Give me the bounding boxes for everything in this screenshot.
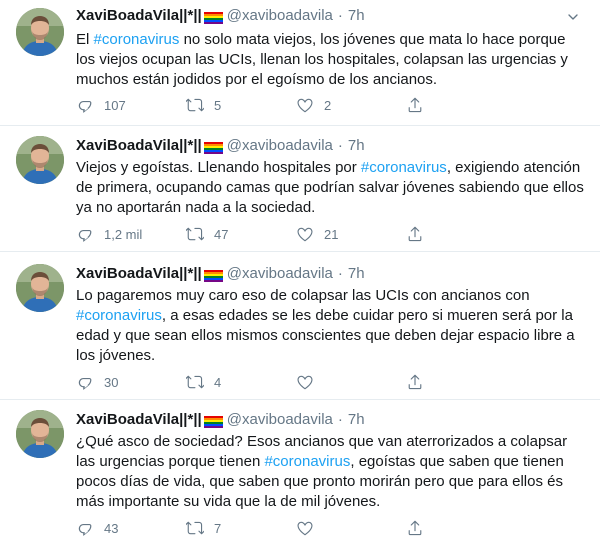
tweet-text: Viejos y egoístas. Llenando hospitales p… (76, 158, 588, 218)
author-handle[interactable]: @xaviboadavila (227, 264, 333, 284)
retweet-icon (186, 519, 214, 537)
like-icon (296, 225, 324, 243)
tweet-actions: 107 5 2 (76, 95, 516, 115)
like-button[interactable] (296, 373, 406, 391)
tweet-text: El #coronavirus no solo mata viejos, los… (76, 30, 588, 90)
tweet-actions: 1,2 mil 47 21 (76, 224, 516, 244)
share-icon (406, 373, 434, 391)
separator-dot: · (337, 7, 343, 24)
tweet-text: Lo pagaremos muy caro eso de colapsar la… (76, 286, 588, 366)
author-name[interactable]: XaviBoadaVila||*|| (76, 6, 202, 26)
author-handle[interactable]: @xaviboadavila (227, 6, 333, 26)
retweet-button[interactable]: 7 (186, 519, 296, 537)
reply-button[interactable]: 107 (76, 96, 186, 114)
rainbow-flag-icon (203, 414, 223, 428)
retweet-icon (186, 373, 214, 391)
tweet-header: XaviBoadaVila||*|| @xaviboadavila · 7h (76, 264, 588, 284)
tweet[interactable]: XaviBoadaVila||*|| @xaviboadavila · 7h L… (0, 252, 600, 400)
separator-dot: · (337, 411, 343, 428)
reply-button[interactable]: 43 (76, 519, 186, 537)
retweet-icon (186, 96, 214, 114)
author-handle[interactable]: @xaviboadavila (227, 410, 333, 430)
avatar[interactable] (16, 136, 64, 184)
rainbow-flag-icon (203, 140, 223, 154)
share-icon (406, 519, 434, 537)
retweet-button[interactable]: 47 (186, 225, 296, 243)
like-count: 21 (324, 226, 339, 242)
hashtag-link[interactable]: #coronavirus (361, 159, 447, 176)
reply-count: 1,2 mil (104, 226, 143, 242)
reply-icon (76, 373, 104, 391)
reply-count: 43 (104, 520, 119, 536)
tweet-actions: 30 4 (76, 372, 516, 392)
tweet-header: XaviBoadaVila||*|| @xaviboadavila · 7h (76, 410, 588, 430)
tweet-text-segment: Lo pagaremos muy caro eso de colapsar la… (76, 287, 530, 304)
tweet[interactable]: XaviBoadaVila||*|| @xaviboadavila · 7h V… (0, 126, 600, 252)
avatar[interactable] (16, 264, 64, 312)
chevron-down-icon[interactable] (564, 8, 582, 26)
like-icon (296, 96, 324, 114)
hashtag-link[interactable]: #coronavirus (94, 31, 180, 48)
like-icon (296, 373, 324, 391)
tweet-text-segment: El (76, 31, 94, 48)
share-button[interactable] (406, 373, 434, 391)
like-button[interactable] (296, 519, 406, 537)
tweet[interactable]: XaviBoadaVila||*|| @xaviboadavila · 7h ¿… (0, 400, 600, 545)
retweet-count: 47 (214, 226, 229, 242)
retweet-icon (186, 225, 214, 243)
author-name[interactable]: XaviBoadaVila||*|| (76, 264, 202, 284)
tweet-header: XaviBoadaVila||*|| @xaviboadavila · 7h (76, 136, 588, 156)
timestamp[interactable]: 7h (348, 136, 365, 156)
timestamp[interactable]: 7h (348, 264, 365, 284)
reply-button[interactable]: 1,2 mil (76, 225, 186, 243)
like-button[interactable]: 21 (296, 225, 406, 243)
retweet-button[interactable]: 4 (186, 373, 296, 391)
separator-dot: · (337, 265, 343, 282)
tweet-feed: XaviBoadaVila||*|| @xaviboadavila · 7h E… (0, 0, 600, 545)
share-button[interactable] (406, 519, 434, 537)
retweet-count: 7 (214, 520, 222, 536)
avatar[interactable] (16, 8, 64, 56)
rainbow-flag-icon (203, 10, 223, 24)
share-button[interactable] (406, 225, 434, 243)
hashtag-link[interactable]: #coronavirus (264, 453, 350, 470)
share-icon (406, 225, 434, 243)
retweet-button[interactable]: 5 (186, 96, 296, 114)
reply-icon (76, 225, 104, 243)
tweet-text: ¿Qué asco de sociedad? Esos ancianos que… (76, 432, 588, 512)
tweet[interactable]: XaviBoadaVila||*|| @xaviboadavila · 7h E… (0, 0, 600, 126)
reply-icon (76, 519, 104, 537)
author-name[interactable]: XaviBoadaVila||*|| (76, 410, 202, 430)
retweet-count: 4 (214, 374, 222, 390)
tweet-header: XaviBoadaVila||*|| @xaviboadavila · 7h (76, 6, 588, 26)
hashtag-link[interactable]: #coronavirus (76, 307, 162, 324)
timestamp[interactable]: 7h (348, 410, 365, 430)
tweet-text-segment: Viejos y egoístas. Llenando hospitales p… (76, 159, 361, 176)
share-icon (406, 96, 434, 114)
like-count: 2 (324, 97, 332, 113)
retweet-count: 5 (214, 97, 222, 113)
like-icon (296, 519, 324, 537)
avatar[interactable] (16, 410, 64, 458)
separator-dot: · (337, 137, 343, 154)
timestamp[interactable]: 7h (348, 6, 365, 26)
reply-button[interactable]: 30 (76, 373, 186, 391)
author-handle[interactable]: @xaviboadavila (227, 136, 333, 156)
share-button[interactable] (406, 96, 434, 114)
reply-count: 30 (104, 374, 119, 390)
rainbow-flag-icon (203, 268, 223, 282)
author-name[interactable]: XaviBoadaVila||*|| (76, 136, 202, 156)
tweet-actions: 43 7 (76, 518, 516, 538)
reply-icon (76, 96, 104, 114)
reply-count: 107 (104, 97, 126, 113)
like-button[interactable]: 2 (296, 96, 406, 114)
